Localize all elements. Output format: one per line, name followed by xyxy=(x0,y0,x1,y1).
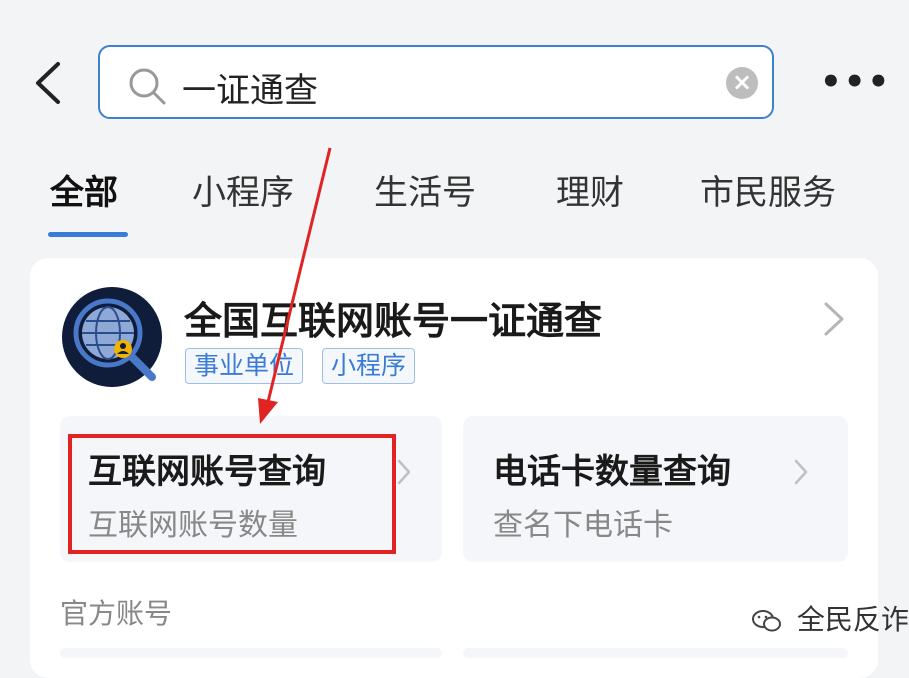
tab-miniprogram[interactable]: 小程序 xyxy=(192,165,294,214)
watermark: 全民反诈 xyxy=(752,598,909,638)
search-input[interactable]: 一证通查 × xyxy=(98,45,774,119)
highlight-box xyxy=(68,434,396,554)
clear-icon[interactable]: × xyxy=(726,67,758,99)
globe-search-logo-icon[interactable] xyxy=(60,285,164,389)
chevron-right-icon xyxy=(397,459,411,485)
tab-all[interactable]: 全部 xyxy=(50,165,118,214)
search-icon xyxy=(129,68,166,105)
tab-finance[interactable]: 理财 xyxy=(556,165,624,214)
service-phone-card-query[interactable]: 电话卡数量查询 查名下电话卡 xyxy=(463,416,848,562)
search-value: 一证通查 xyxy=(182,71,318,111)
service-title: 电话卡数量查询 xyxy=(493,452,731,492)
list-item xyxy=(60,648,442,658)
section-official-accounts: 官方账号 xyxy=(60,597,173,630)
wechat-icon xyxy=(752,610,781,632)
active-tab-indicator xyxy=(48,232,128,237)
service-desc: 查名下电话卡 xyxy=(493,508,673,543)
chevron-right-icon[interactable] xyxy=(822,300,846,338)
result-title[interactable]: 全国互联网账号一证通查 xyxy=(184,290,602,345)
tag-public-institution: 事业单位 xyxy=(185,348,304,384)
watermark-text: 全民反诈 xyxy=(796,603,909,636)
tab-civic-services[interactable]: 市民服务 xyxy=(700,165,836,214)
back-arrow-icon[interactable] xyxy=(30,60,70,106)
chevron-right-icon xyxy=(794,459,808,485)
tab-lifestyle[interactable]: 生活号 xyxy=(374,165,476,214)
list-item xyxy=(463,648,848,658)
tag-miniprogram: 小程序 xyxy=(322,348,416,384)
more-icon[interactable]: ••• xyxy=(820,62,891,102)
